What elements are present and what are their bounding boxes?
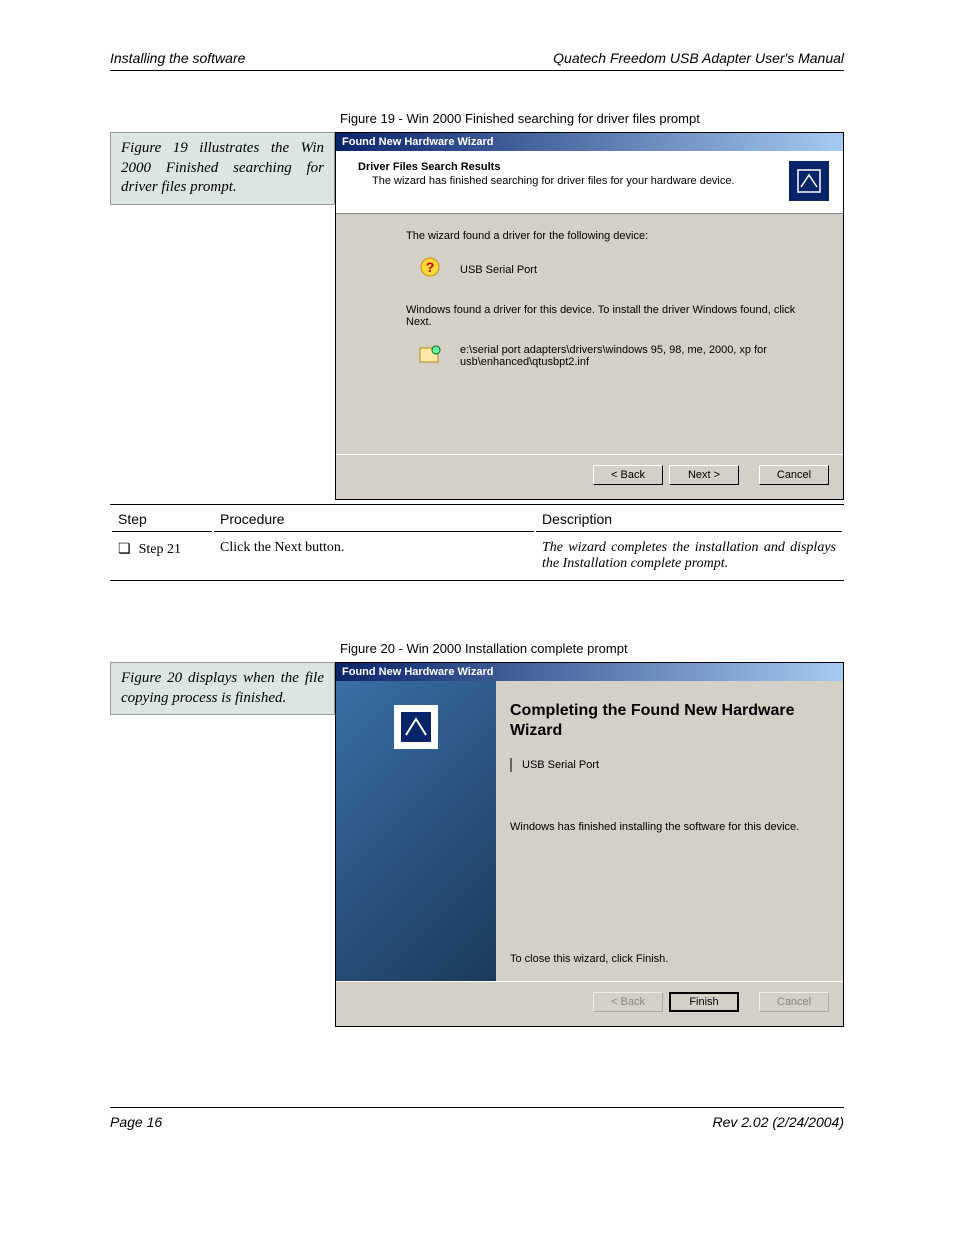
wizard-19-body1: The wizard found a driver for the follow… [406, 230, 803, 242]
step-procedure: Click the Next button. [214, 534, 534, 578]
page-footer: Page 16 Rev 2.02 (2/24/2004) [110, 1107, 844, 1130]
wizard-20-buttons: < Back Finish Cancel [336, 981, 843, 1026]
question-icon: ? [416, 256, 444, 284]
footer-right: Rev 2.02 (2/24/2004) [712, 1114, 844, 1130]
wizard-20-heading: Completing the Found New Hardware Wizard [510, 701, 825, 741]
wizard-19-heading-bold: Driver Files Search Results [358, 161, 500, 173]
wizard-19-buttons: < Back Next > Cancel [336, 454, 843, 499]
wizard-20-body-text: Windows has finished installing the soft… [510, 821, 825, 833]
wizard-19-body: The wizard found a driver for the follow… [336, 214, 843, 454]
step-number: Step 21 [139, 542, 181, 557]
proc-col-header: Procedure [214, 507, 534, 532]
wizard-19-inf-path: e:\serial port adapters\drivers\windows … [460, 344, 790, 368]
figure-20-caption: Figure 20 - Win 2000 Installation comple… [340, 641, 844, 656]
step-description: The wizard completes the installation an… [536, 534, 842, 578]
wizard-20-device-row: USB Serial Port [510, 759, 825, 771]
figure-19-caption: Figure 19 - Win 2000 Finished searching … [340, 111, 844, 126]
table-row: ❏ Step 21 Click the Next button. The wiza… [112, 534, 842, 578]
hardware-icon [789, 161, 829, 201]
cancel-button[interactable]: Cancel [759, 465, 829, 485]
inf-file-icon [416, 342, 444, 370]
header-right: Quatech Freedom USB Adapter User's Manua… [553, 50, 844, 66]
wizard-19-device-name: USB Serial Port [460, 264, 537, 276]
finish-button[interactable]: Finish [669, 992, 739, 1012]
step-table: Step Procedure Description ❏ Step 21 Clic… [110, 504, 844, 581]
wizard-19-header-text: Driver Files Search Results The wizard h… [358, 161, 735, 187]
wizard-19-body2: Windows found a driver for this device. … [406, 304, 803, 328]
wizard-20-sidebar [336, 681, 496, 981]
wizard-20-body: Completing the Found New Hardware Wizard… [336, 681, 843, 981]
figure-20-margin-note: Figure 20 displays when the file copying… [110, 662, 335, 715]
cancel-button: Cancel [759, 992, 829, 1012]
desc-col-header: Description [536, 507, 842, 532]
wizard-19-heading-sub: The wizard has finished searching for dr… [358, 175, 735, 187]
hardware-icon [394, 705, 438, 749]
page-header: Installing the software Quatech Freedom … [110, 50, 844, 66]
figure-19-row: Figure 19 illustrates the Win 2000 Finis… [110, 132, 844, 500]
header-rule [110, 70, 844, 71]
step-col-header: Step [112, 507, 212, 532]
figure-20-row: Figure 20 displays when the file copying… [110, 662, 844, 1027]
diamond-icon [510, 759, 512, 771]
step-table-header: Step Procedure Description [112, 507, 842, 532]
wizard-20-device-name: USB Serial Port [522, 759, 599, 771]
checkbox-icon[interactable]: ❏ [118, 540, 131, 556]
back-button: < Back [593, 992, 663, 1012]
step-number-cell: ❏ Step 21 [112, 534, 212, 578]
wizard-19-device-row: ? USB Serial Port [416, 256, 803, 284]
wizard-20-main: Completing the Found New Hardware Wizard… [496, 681, 843, 981]
wizard-20: Found New Hardware Wizard Completing the… [335, 662, 844, 1027]
svg-text:?: ? [426, 259, 435, 275]
wizard-20-titlebar: Found New Hardware Wizard [336, 663, 843, 681]
header-left: Installing the software [110, 50, 245, 66]
footer-left: Page 16 [110, 1114, 162, 1130]
back-button[interactable]: < Back [593, 465, 663, 485]
wizard-20-close-hint: To close this wizard, click Finish. [510, 953, 825, 965]
wizard-19-titlebar: Found New Hardware Wizard [336, 133, 843, 151]
wizard-19: Found New Hardware Wizard Driver Files S… [335, 132, 844, 500]
wizard-19-inf-row: e:\serial port adapters\drivers\windows … [416, 342, 803, 370]
figure-19-margin-note: Figure 19 illustrates the Win 2000 Finis… [110, 132, 335, 205]
next-button[interactable]: Next > [669, 465, 739, 485]
wizard-19-header: Driver Files Search Results The wizard h… [336, 151, 843, 214]
